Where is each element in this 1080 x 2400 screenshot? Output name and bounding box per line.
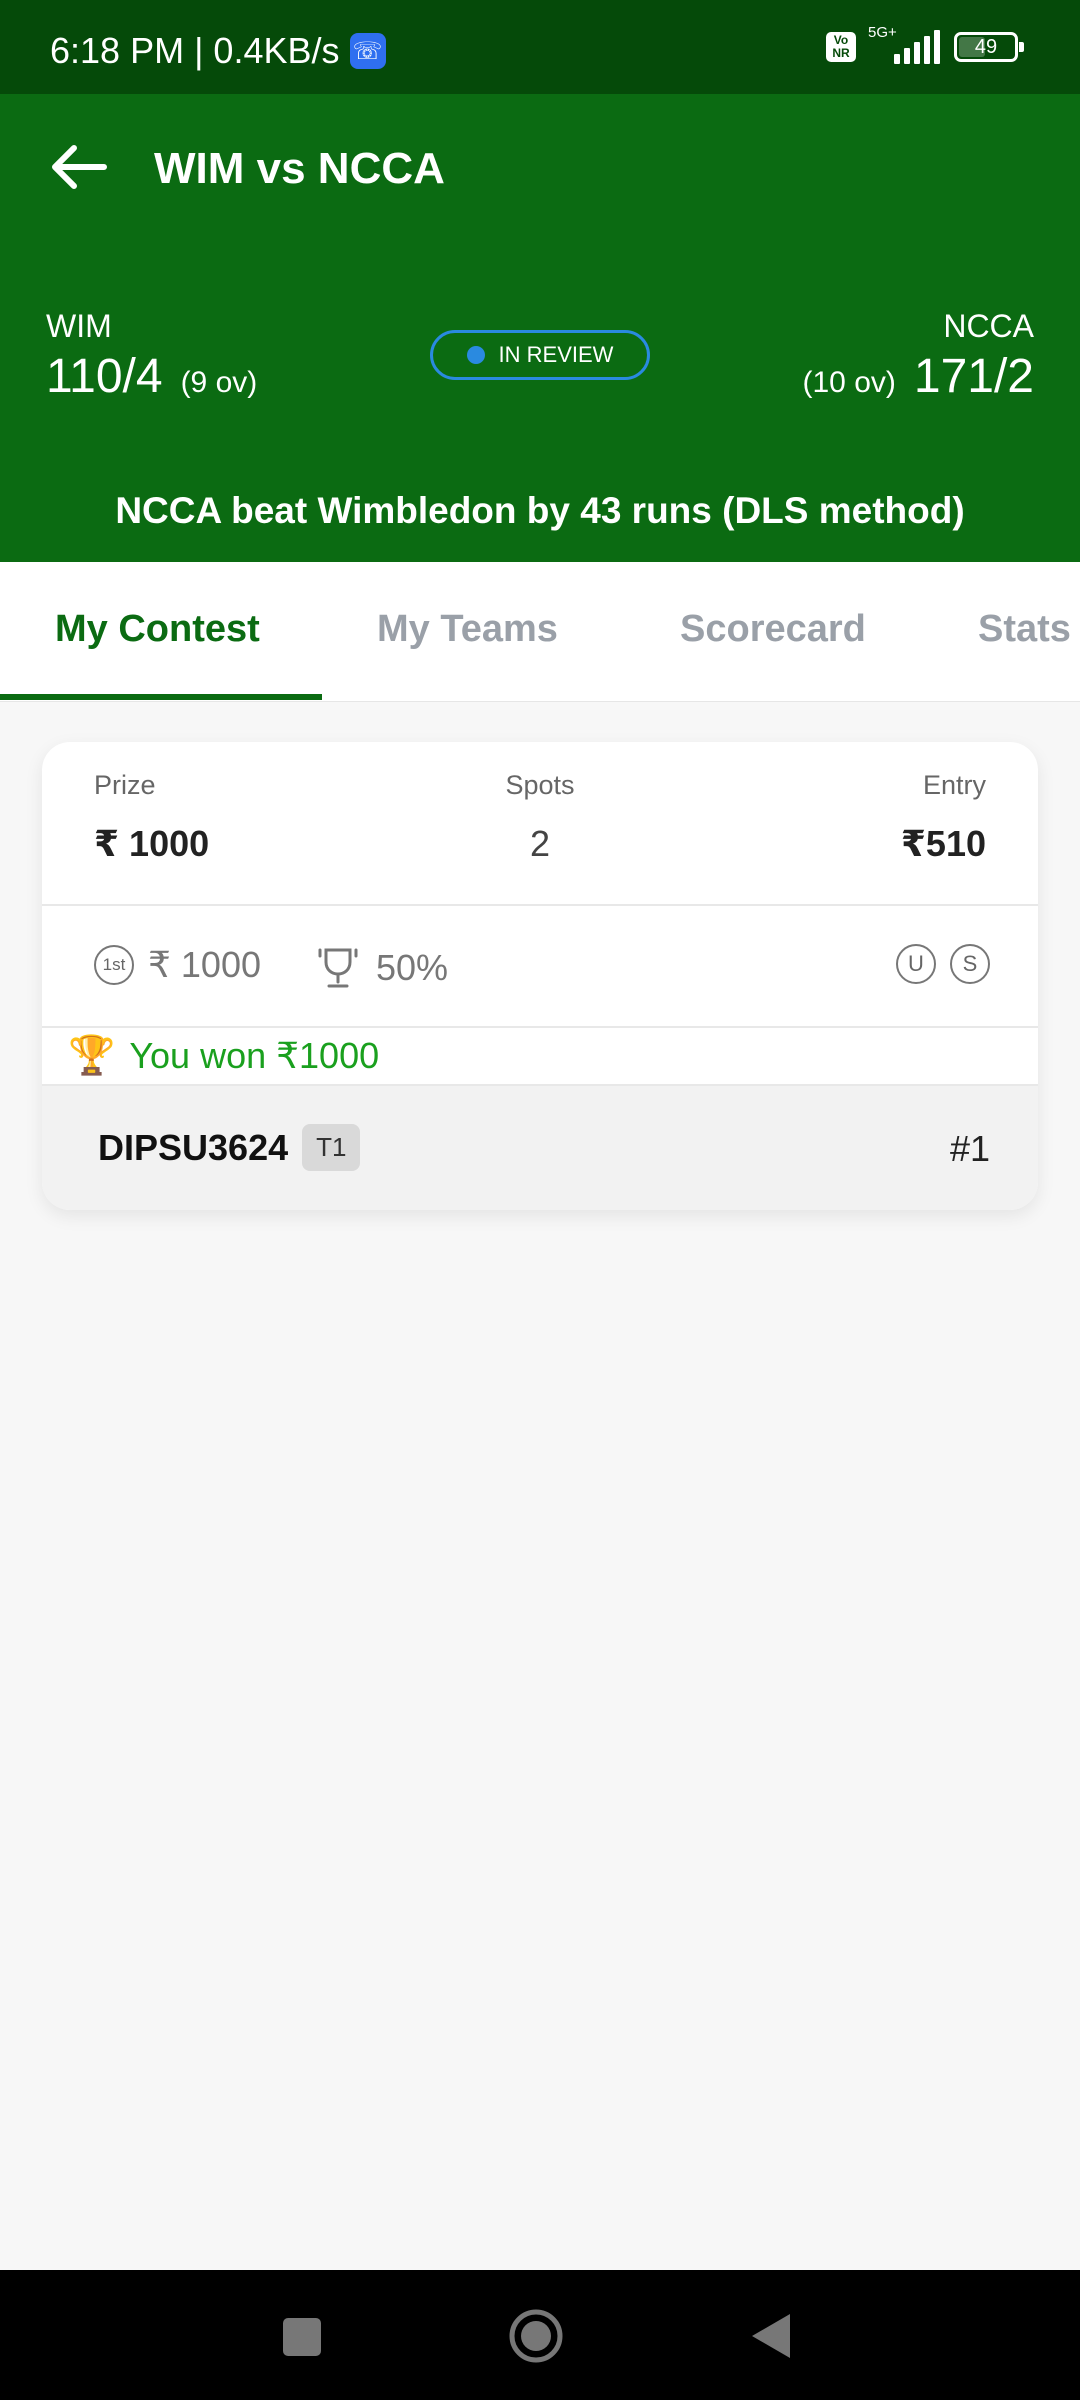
status-bar: 6:18 PM | 0.4KB/s ☏ Vo NR 5G+ 49 (0, 0, 1080, 94)
tab-bar: My Contest My Teams Scorecard Stats (0, 562, 1080, 702)
team-b-name: NCCA (943, 308, 1034, 344)
back-nav-button[interactable] (748, 2306, 796, 2366)
spots-value: 2 (529, 823, 551, 864)
team-username: DIPSU3624 (98, 1126, 289, 1168)
signal-icon: 5G+ (868, 24, 940, 64)
contest-details: 1st ₹ 1000 50% U S (42, 906, 1038, 1028)
entry-column: Entry ₹510 (901, 770, 986, 865)
tab-my-contest[interactable]: My Contest (55, 608, 260, 651)
back-button[interactable] (48, 144, 108, 190)
team-rank-row[interactable]: DIPSU3624 T1 #1 (42, 1086, 1038, 1210)
phone-app-icon: ☏ (349, 33, 386, 69)
team-a-overs: (9 ov) (180, 366, 258, 399)
status-text: IN REVIEW (498, 342, 614, 367)
status-right: Vo NR 5G+ 49 (826, 24, 1024, 64)
entry-label: Entry (922, 770, 986, 800)
match-result: NCCA beat Wimbledon by 43 runs (DLS meth… (115, 490, 965, 531)
trophy-icon (318, 948, 358, 988)
tab-stats[interactable]: Stats (978, 608, 1071, 651)
match-header: WIM vs NCCA WIM 110/4 (9 ov) IN REVIEW N… (0, 94, 1080, 562)
team-a-score: WIM 110/4 (9 ov) (46, 308, 257, 404)
team-b-overs: (10 ov) (802, 366, 896, 399)
win-percent: 50% (314, 944, 448, 992)
contest-badges: U S (896, 944, 990, 984)
unlimited-entry-icon: U (896, 944, 936, 984)
status-dot-icon (466, 346, 485, 364)
network-type: 5G+ (868, 24, 897, 41)
team-b-score: NCCA (10 ov) 171/2 (803, 308, 1035, 404)
team-a-runs: 110/4 (46, 350, 163, 403)
tab-scorecard[interactable]: Scorecard (680, 608, 866, 651)
team-rank: #1 (949, 1128, 990, 1169)
home-button[interactable] (506, 2306, 566, 2366)
team-owner: DIPSU3624 T1 (98, 1124, 361, 1171)
contest-summary: Prize ₹ 1000 Spots 2 Entry ₹510 (42, 742, 1038, 906)
recents-button[interactable] (282, 2306, 322, 2366)
battery-icon: 49 (954, 32, 1024, 62)
team-tag: T1 (302, 1124, 361, 1171)
active-tab-indicator (0, 694, 322, 700)
arrow-left-icon (52, 145, 107, 189)
team-a-name: WIM (46, 308, 112, 344)
entry-value: ₹510 (900, 823, 986, 864)
single-entry-icon: S (950, 944, 990, 984)
winnings-banner: 🏆 You won ₹1000 (42, 1028, 1038, 1086)
spots-label: Spots (505, 770, 575, 800)
first-prize: 1st ₹ 1000 (94, 944, 261, 986)
win-percent-value: 50% (376, 947, 449, 988)
system-nav-bar (0, 2270, 1080, 2400)
battery-level: 49 (974, 35, 998, 58)
status-badge: IN REVIEW (430, 330, 650, 380)
time-speed: 6:18 PM | 0.4KB/s (50, 30, 340, 71)
team-b-runs: 171/2 (913, 350, 1034, 403)
won-text: You won ₹1000 (129, 1035, 380, 1076)
trophy-icon: 🏆 (68, 1035, 116, 1077)
first-prize-value: ₹ 1000 (148, 944, 261, 985)
status-left: 6:18 PM | 0.4KB/s ☏ (50, 30, 386, 72)
contest-card[interactable]: Prize ₹ 1000 Spots 2 Entry ₹510 1st ₹ 10… (42, 742, 1038, 1210)
spots-column: Spots 2 (42, 770, 1038, 865)
tab-my-teams[interactable]: My Teams (377, 608, 558, 651)
vonr-icon: Vo NR (826, 32, 856, 62)
first-place-icon: 1st (94, 945, 134, 985)
page-title: WIM vs NCCA (154, 144, 445, 193)
